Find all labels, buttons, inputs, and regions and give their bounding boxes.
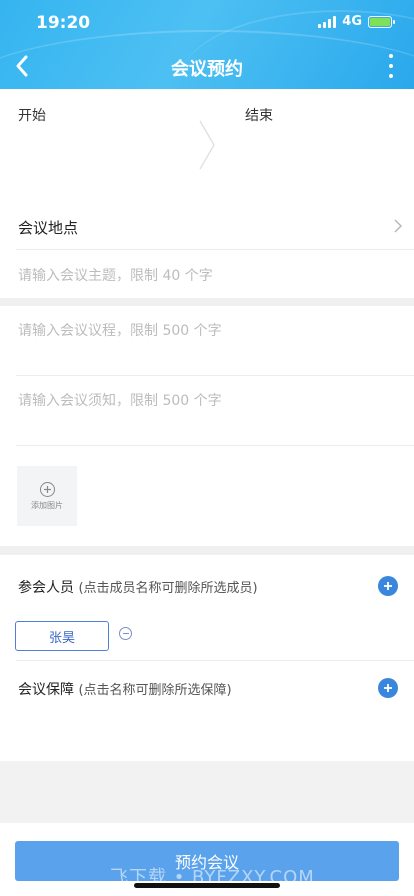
participants-section: 参会人员 (点击成员名称可删除所选成员) 张昊	[0, 555, 414, 661]
add-participant-button[interactable]	[378, 576, 398, 596]
bottom-action-bar: 预约会议 飞下载 • BYFZXY.COM	[0, 823, 414, 896]
subject-placeholder: 请输入会议主题，限制 40 个字	[18, 268, 213, 284]
participants-hint: (点击成员名称可删除所选成员)	[78, 581, 258, 596]
subject-input[interactable]: 请输入会议主题，限制 40 个字	[0, 250, 414, 298]
more-options-button[interactable]	[386, 54, 396, 78]
remove-participant-icon[interactable]	[119, 627, 132, 640]
agenda-placeholder: 请输入会议议程，限制 500 个字	[18, 323, 222, 339]
plus-icon	[384, 684, 392, 692]
home-indicator	[134, 883, 280, 888]
add-image-button[interactable]: 添加图片	[17, 466, 77, 526]
plus-circle-icon	[39, 481, 55, 497]
status-time: 19:20	[36, 13, 91, 33]
notice-input[interactable]: 请输入会议须知，限制 500 个字	[0, 376, 414, 446]
signal-icon	[318, 15, 337, 28]
battery-icon	[368, 15, 395, 28]
section-divider	[0, 546, 414, 555]
page-title: 会议预约	[171, 59, 243, 80]
status-indicators: 4G	[318, 14, 395, 29]
participants-title: 参会人员	[18, 580, 74, 596]
agenda-input[interactable]: 请输入会议议程，限制 500 个字	[0, 306, 414, 376]
support-label: 会议保障 (点击名称可删除所选保障)	[18, 679, 232, 699]
location-label: 会议地点	[18, 219, 79, 237]
support-title: 会议保障	[18, 682, 74, 698]
bottom-spacer	[0, 761, 414, 823]
add-image-label: 添加图片	[31, 500, 63, 510]
chevron-right-icon	[394, 219, 402, 233]
plus-icon	[384, 582, 392, 590]
header-bar: 19:20 4G 会议预约	[0, 0, 414, 89]
participants-label: 参会人员 (点击成员名称可删除所选成员)	[18, 577, 258, 597]
location-row[interactable]: 会议地点	[0, 203, 414, 250]
notice-placeholder: 请输入会议须知，限制 500 个字	[18, 393, 222, 409]
add-support-button[interactable]	[378, 678, 398, 698]
network-type: 4G	[342, 14, 362, 29]
section-divider	[0, 298, 414, 306]
start-time-field[interactable]: 开始	[18, 105, 46, 125]
participant-chip[interactable]: 张昊	[15, 621, 109, 651]
support-hint: (点击名称可删除所选保障)	[78, 683, 232, 698]
support-section: 会议保障 (点击名称可删除所选保障)	[0, 661, 414, 761]
end-time-field[interactable]: 结束	[245, 105, 273, 125]
time-range-selector: 开始 结束	[0, 89, 414, 203]
chevron-right-icon	[199, 120, 215, 170]
